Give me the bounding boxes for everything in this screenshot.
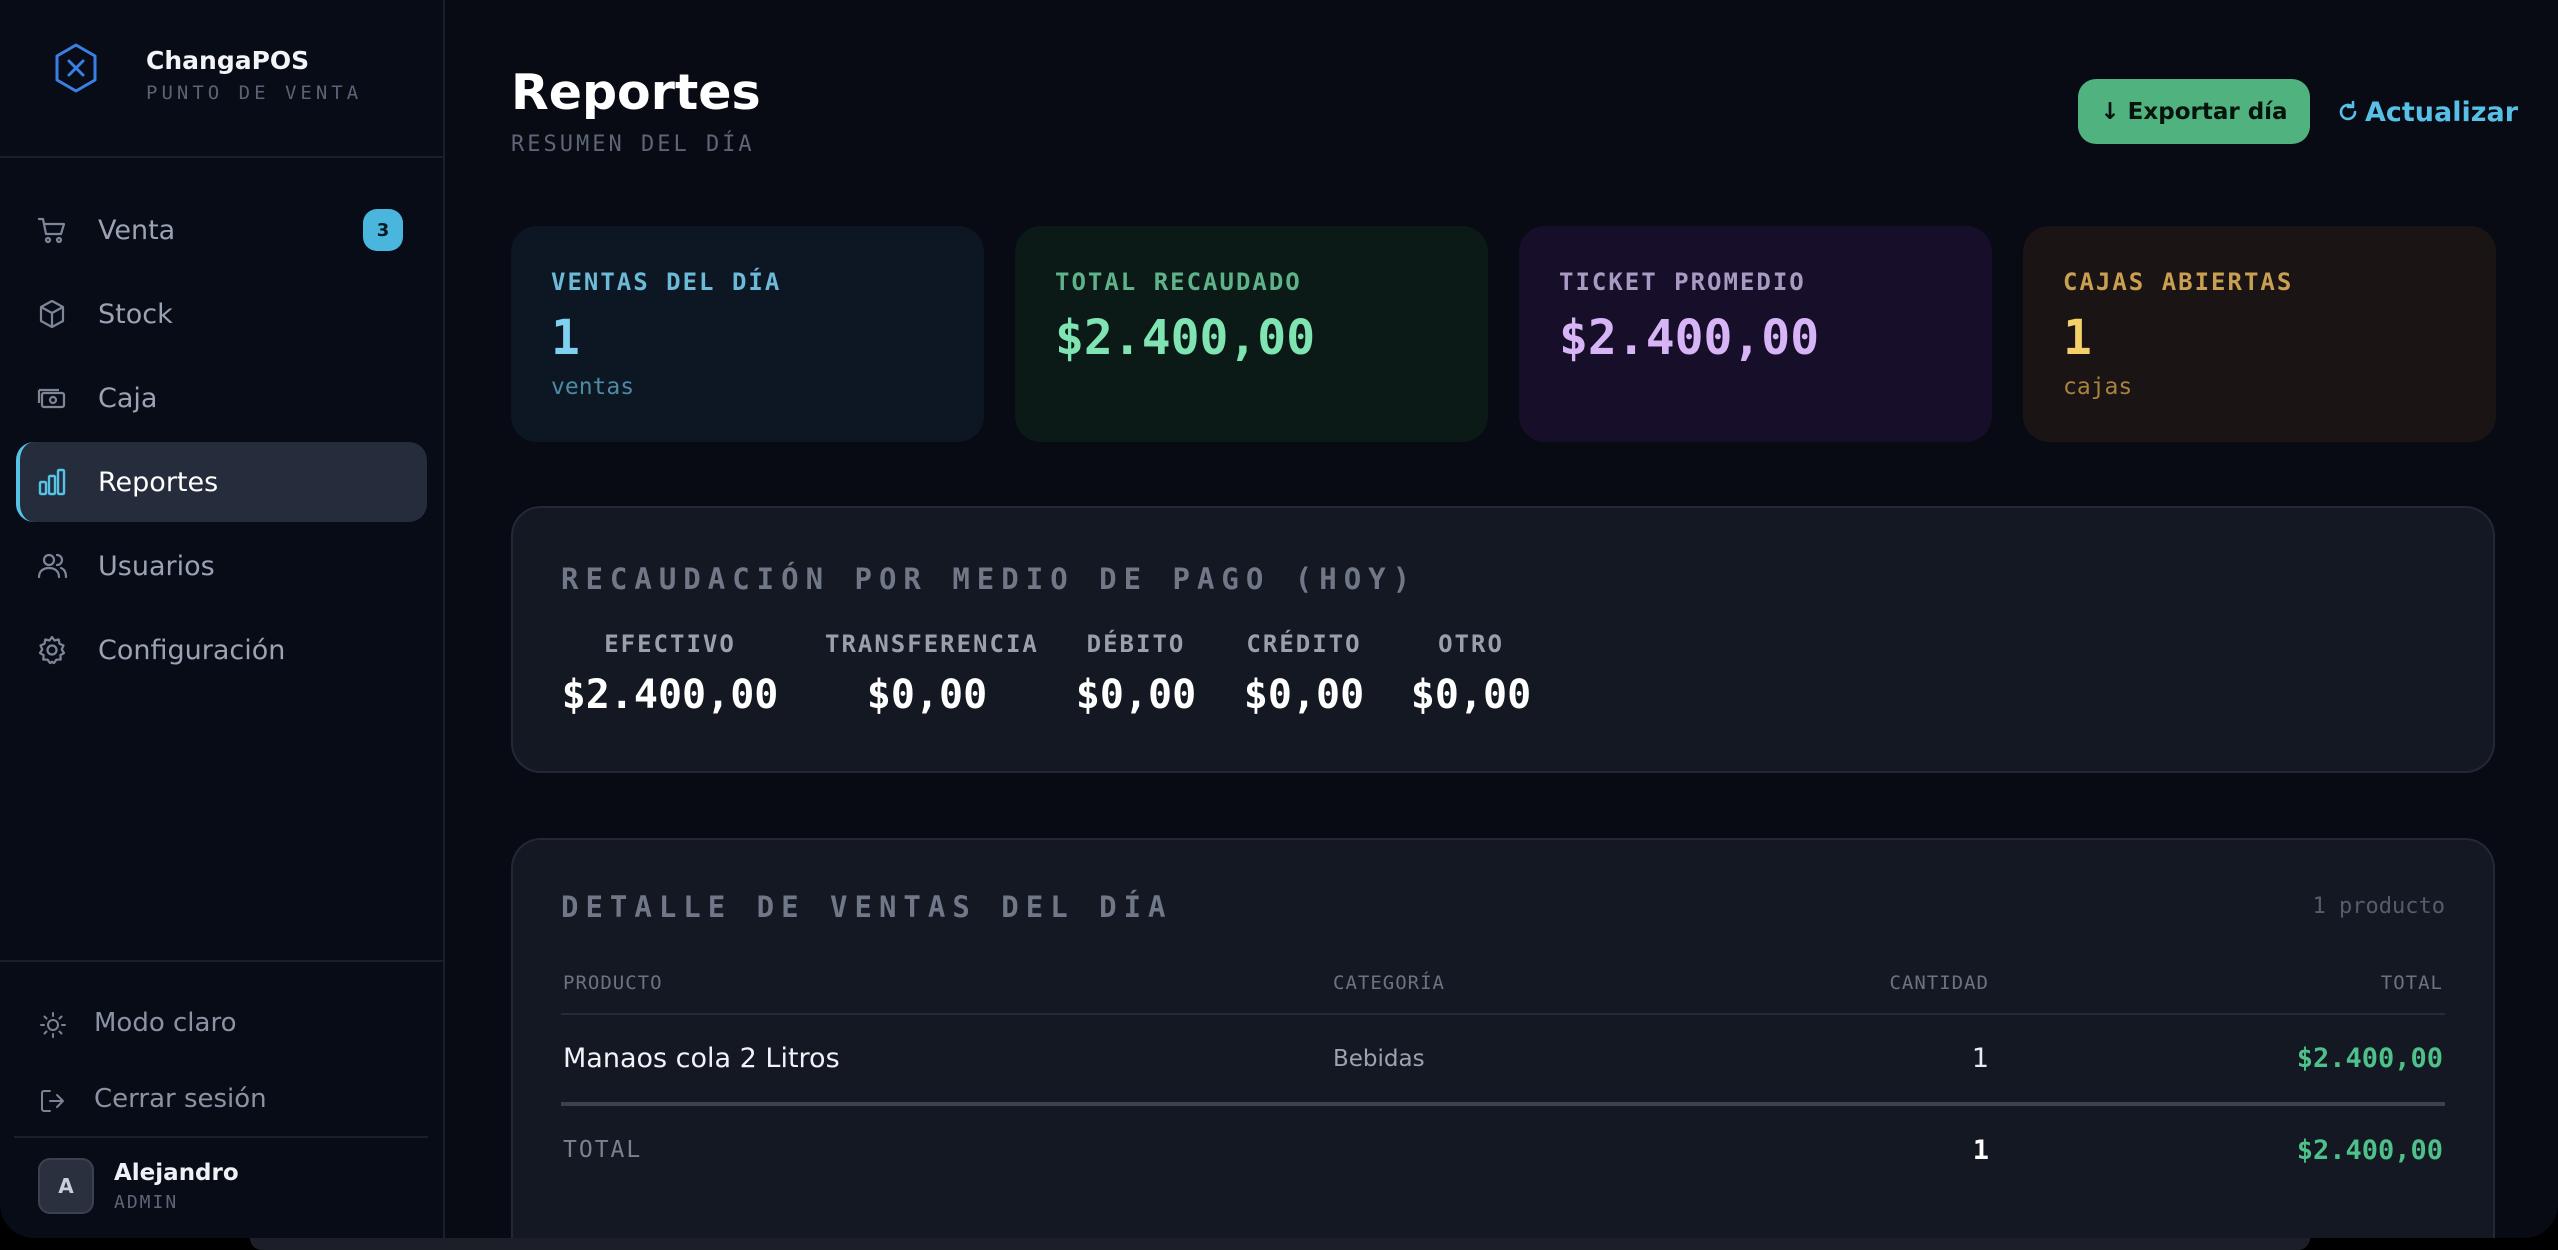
gear-icon [38,635,66,665]
sidebar-item-label: Configuración [98,634,286,666]
brand-subtitle: PUNTO DE VENTA [146,82,363,104]
total-spacer [1331,1104,1731,1194]
payment-method-credit: CRÉDITO $0,00 [1239,630,1369,718]
page-subtitle: RESUMEN DEL DÍA [511,132,755,157]
export-day-button[interactable]: ↓ Exportar día [2078,79,2310,144]
bar-chart-icon [38,468,66,496]
payment-amount: $2.400,00 [561,672,779,718]
payment-amount: $0,00 [1075,672,1197,718]
light-mode-toggle[interactable]: Modo claro [16,986,427,1062]
payment-amount: $0,00 [1410,672,1532,718]
payment-methods-panel: RECAUDACIÓN POR MEDIO DE PAGO (HOY) EFEC… [511,506,2495,773]
column-header-category: CATEGORÍA [1331,952,1731,1015]
payment-amount: $0,00 [866,672,988,718]
cart-icon [37,217,66,244]
stat-unit: cajas [2063,374,2133,400]
payment-label: CRÉDITO [1246,630,1362,658]
sidebar-item-label: Reportes [98,466,219,498]
table-header-row: PRODUCTO CATEGORÍA CANTIDAD TOTAL [561,952,2445,1015]
sun-icon [40,1012,66,1038]
app-window: ChangaPOS PUNTO DE VENTA Venta 3 Stock C… [0,0,2558,1238]
stat-unit: ventas [551,374,635,400]
payment-method-debit: DÉBITO $0,00 [1073,630,1199,718]
logout-icon [41,1090,64,1112]
page-title: Reportes [511,64,761,121]
sidebar-item-caja[interactable]: Caja [16,358,427,438]
avatar: A [38,1158,94,1214]
cart-count-badge: 3 [363,209,403,251]
stat-value: $2.400,00 [1559,310,1820,366]
stat-label: CAJAS ABIERTAS [2063,268,2294,296]
logout-button[interactable]: Cerrar sesión [16,1062,427,1138]
sales-detail-panel: DETALLE DE VENTAS DEL DÍA 1 producto PRO… [511,838,2495,1238]
users-icon [37,553,68,579]
sidebar-item-stock[interactable]: Stock [16,274,427,354]
user-name: Alejandro [114,1160,239,1186]
sidebar-item-label: Stock [98,298,173,330]
panel-title: DETALLE DE VENTAS DEL DÍA [561,890,1173,924]
product-quantity: 1 [1731,1014,1991,1106]
sidebar-item-label: Usuarios [98,550,215,582]
stat-card-sales: VENTAS DEL DÍA 1 ventas [511,226,984,442]
table-total-row: TOTAL 1 $2.400,00 [561,1104,2445,1194]
refresh-button[interactable]: Actualizar [2331,89,2524,135]
total-quantity: 1 [1972,1134,1989,1166]
payment-label: EFECTIVO [604,630,736,658]
table-row: Manaos cola 2 Litros Bebidas 1 $2.400,00 [561,1014,2445,1106]
payment-method-other: OTRO $0,00 [1409,630,1533,718]
sidebar-utilities: Modo claro Cerrar sesión [0,960,443,1138]
column-header-product: PRODUCTO [561,952,1331,1015]
sidebar-nav: Venta 3 Stock Caja Reportes Usuarios Con… [0,190,443,694]
sidebar-item-configuracion[interactable]: Configuración [16,610,427,690]
light-mode-label: Modo claro [94,1008,237,1038]
total-label: TOTAL [563,1137,643,1163]
product-name: Manaos cola 2 Litros [561,1014,1331,1106]
hex-x-logo-icon [55,43,97,93]
column-header-total: TOTAL [1991,952,2445,1015]
stat-label: TICKET PROMEDIO [1559,268,1806,296]
stat-value: $2.400,00 [1055,310,1316,366]
payment-method-cash: EFECTIVO $2.400,00 [561,630,779,718]
stat-card-open-registers: CAJAS ABIERTAS 1 cajas [2023,226,2496,442]
sidebar-item-label: Venta [98,214,176,246]
brand-name: ChangaPOS [146,46,310,75]
stat-label: VENTAS DEL DÍA [551,268,782,296]
stat-card-total: TOTAL RECAUDADO $2.400,00 [1015,226,1488,442]
product-count: 1 producto [2312,894,2445,919]
main-content: Reportes RESUMEN DEL DÍA ↓ Exportar día … [445,0,2558,1238]
column-header-quantity: CANTIDAD [1731,952,1991,1015]
user-role: ADMIN [114,1192,179,1213]
stat-label: TOTAL RECAUDADO [1055,268,1302,296]
payment-method-transfer: TRANSFERENCIA $0,00 [825,630,1039,718]
stat-value: 1 [551,310,580,366]
payment-label: DÉBITO [1086,630,1186,658]
panel-title: RECAUDACIÓN POR MEDIO DE PAGO (HOY) [561,562,1418,596]
sales-table: PRODUCTO CATEGORÍA CANTIDAD TOTAL Manaos… [561,952,2445,1194]
window-bottom-edge [250,1238,2310,1250]
refresh-icon [2339,100,2357,121]
refresh-label: Actualizar [2365,96,2519,128]
payment-label: OTRO [1438,630,1504,658]
sidebar-item-venta[interactable]: Venta 3 [16,190,427,270]
payment-amount: $0,00 [1243,672,1365,718]
total-amount: $2.400,00 [2296,1134,2443,1166]
user-profile[interactable]: A Alejandro ADMIN [14,1136,428,1238]
stat-card-average-ticket: TICKET PROMEDIO $2.400,00 [1519,226,1992,442]
brand-header: ChangaPOS PUNTO DE VENTA [0,0,443,158]
product-category: Bebidas [1331,1014,1731,1106]
sidebar-item-label: Caja [98,382,158,414]
sidebar: ChangaPOS PUNTO DE VENTA Venta 3 Stock C… [0,0,445,1238]
sidebar-item-usuarios[interactable]: Usuarios [16,526,427,606]
product-total: $2.400,00 [1991,1014,2445,1106]
stat-value: 1 [2063,310,2092,366]
payment-label: TRANSFERENCIA [825,630,1039,658]
box-icon [39,299,65,329]
cash-register-icon [37,388,66,409]
sidebar-item-reportes[interactable]: Reportes [16,442,427,522]
logout-label: Cerrar sesión [94,1084,267,1114]
